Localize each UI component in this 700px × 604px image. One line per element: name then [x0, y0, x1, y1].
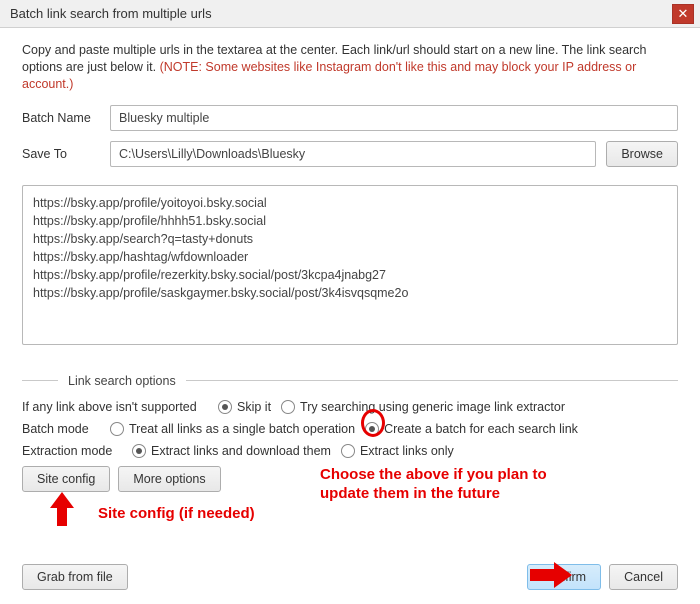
content-area: Copy and paste multiple urls in the text… [0, 28, 700, 502]
urls-textarea[interactable]: https://bsky.app/profile/yoitoyoi.bsky.s… [22, 185, 678, 345]
intro-text: Copy and paste multiple urls in the text… [22, 42, 678, 93]
batch-mode-row: Batch mode Treat all links as a single b… [22, 422, 678, 436]
browse-button[interactable]: Browse [606, 141, 678, 167]
divider-line [186, 380, 678, 381]
grab-from-file-button[interactable]: Grab from file [22, 564, 128, 590]
batch-name-label: Batch Name [22, 111, 100, 125]
title-bar: Batch link search from multiple urls ✕ [0, 0, 700, 28]
radio-label: Extract links only [360, 444, 454, 458]
radio-skip-it[interactable]: Skip it [218, 400, 271, 414]
radio-label: Create a batch for each search link [384, 422, 578, 436]
radio-label: Treat all links as a single batch operat… [129, 422, 355, 436]
batch-name-row: Batch Name [22, 105, 678, 131]
cancel-button[interactable]: Cancel [609, 564, 678, 590]
radio-icon [341, 444, 355, 458]
footer: Grab from file Confirm Cancel [22, 564, 678, 590]
more-options-button[interactable]: More options [118, 466, 220, 492]
extraction-mode-label: Extraction mode [22, 444, 122, 458]
confirm-button[interactable]: Confirm [527, 564, 601, 590]
link-search-options: Link search options If any link above is… [22, 374, 678, 492]
radio-batch-each[interactable]: Create a batch for each search link [365, 422, 578, 436]
divider-line [22, 380, 58, 381]
unsupported-row: If any link above isn't supported Skip i… [22, 400, 678, 414]
extraction-mode-row: Extraction mode Extract links and downlo… [22, 444, 678, 458]
radio-extract-only[interactable]: Extract links only [341, 444, 454, 458]
close-button[interactable]: ✕ [672, 4, 694, 24]
unsupported-label: If any link above isn't supported [22, 400, 208, 414]
radio-generic-extractor[interactable]: Try searching using generic image link e… [281, 400, 565, 414]
close-icon: ✕ [678, 7, 689, 20]
radio-label: Extract links and download them [151, 444, 331, 458]
annotation-site-config-hint: Site config (if needed) [98, 505, 255, 524]
options-title: Link search options [68, 374, 176, 388]
batch-name-input[interactable] [110, 105, 678, 131]
batch-mode-label: Batch mode [22, 422, 100, 436]
radio-icon [110, 422, 124, 436]
radio-extract-download[interactable]: Extract links and download them [132, 444, 331, 458]
footer-right: Confirm Cancel [527, 564, 678, 590]
radio-icon [218, 400, 232, 414]
save-to-input[interactable] [110, 141, 596, 167]
radio-icon [281, 400, 295, 414]
radio-label: Try searching using generic image link e… [300, 400, 565, 414]
radio-icon [132, 444, 146, 458]
radio-icon [365, 422, 379, 436]
site-config-button[interactable]: Site config [22, 466, 110, 492]
options-header: Link search options [22, 374, 678, 388]
window-title: Batch link search from multiple urls [10, 6, 672, 21]
radio-single-batch[interactable]: Treat all links as a single batch operat… [110, 422, 355, 436]
save-to-row: Save To Browse [22, 141, 678, 167]
options-buttons: Site config More options [22, 466, 678, 492]
radio-label: Skip it [237, 400, 271, 414]
save-to-label: Save To [22, 147, 100, 161]
